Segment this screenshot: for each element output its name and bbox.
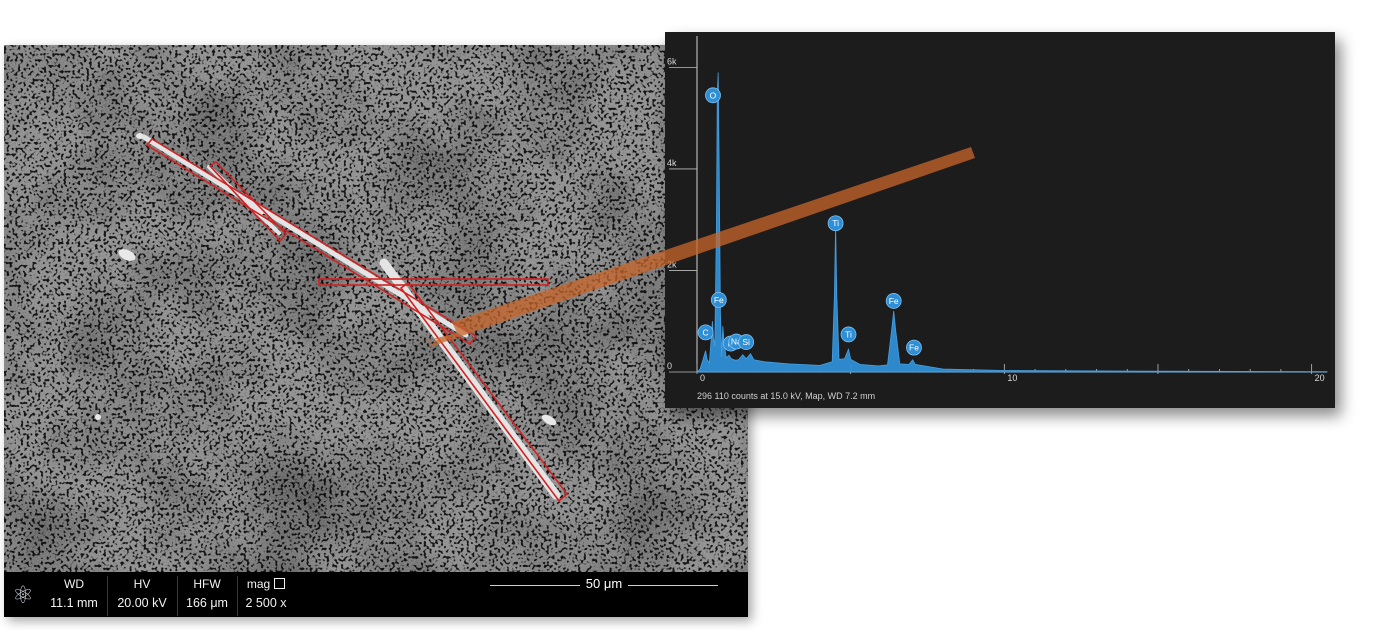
- y-tick-label: 0: [667, 361, 672, 371]
- hv-label: HV: [133, 577, 151, 591]
- wd-field: WD 11.1 mm: [43, 576, 105, 613]
- peak-label: Ti: [845, 329, 852, 339]
- mag-label-wrap: mag: [238, 576, 294, 593]
- peak-label: C: [703, 327, 709, 337]
- mag-box-icon: [274, 578, 286, 589]
- sem-data-bar: ⚛ WD 11.1 mm HV 20.00 kV HFW 166 μm mag …: [4, 572, 748, 617]
- wd-value: 11.1 mm: [50, 596, 98, 610]
- spectrum-area: [696, 72, 1328, 373]
- peak-label: Ti: [832, 218, 839, 228]
- mag-field: mag 2 500 x: [238, 576, 294, 613]
- sem-image: ⚛ WD 11.1 mm HV 20.00 kV HFW 166 μm mag …: [4, 45, 748, 617]
- peak-label: Fe: [889, 296, 899, 306]
- scale-bar: 50 μm: [490, 576, 718, 616]
- hv-field: HV 20.00 kV: [109, 576, 175, 613]
- mag-value: 2 500 x: [245, 596, 287, 610]
- y-tick-label: 4k: [667, 158, 677, 168]
- spectrum-chart: 02k4k6k01020OTiFeFeCNNaSiTiFe: [667, 36, 1328, 383]
- divider: [107, 576, 108, 616]
- spectrum-caption: 296 110 counts at 15.0 kV, Map, WD 7.2 m…: [697, 391, 876, 401]
- peak-label: Fe: [714, 295, 724, 305]
- mag-label: mag: [246, 577, 271, 591]
- divider: [177, 576, 178, 616]
- x-tick-label: 10: [1007, 373, 1017, 383]
- hv-value: 20.00 kV: [117, 596, 167, 610]
- peak-label: O: [710, 90, 717, 100]
- scale-bar-label-wrap: 50 μm: [490, 576, 718, 591]
- sem-micrograph: [4, 45, 748, 572]
- x-tick-label: 20: [1315, 373, 1325, 383]
- hfw-field: HFW 166 μm: [179, 576, 235, 613]
- x-tick-label: 0: [700, 373, 705, 383]
- y-tick-label: 6k: [667, 56, 677, 66]
- scale-bar-label: 50 μm: [579, 576, 629, 591]
- hfw-value: 166 μm: [186, 596, 228, 610]
- peak-label: Si: [742, 337, 750, 347]
- peak-label: Fe: [909, 343, 919, 353]
- hfw-label: HFW: [193, 577, 221, 591]
- eds-spectrum-panel: 02k4k6k01020OTiFeFeCNNaSiTiFe 296 110 co…: [665, 32, 1335, 408]
- wd-label: WD: [64, 577, 84, 591]
- atom-icon: ⚛: [12, 581, 34, 609]
- y-tick-label: 2k: [667, 259, 677, 269]
